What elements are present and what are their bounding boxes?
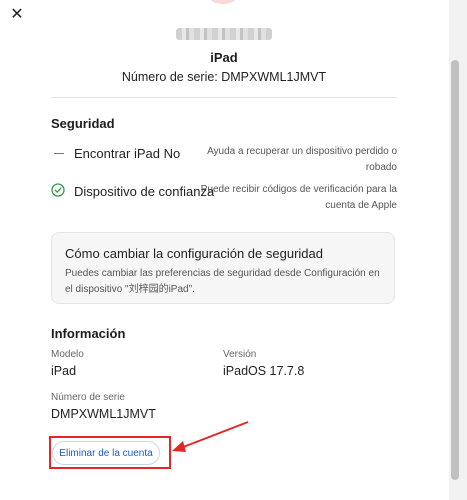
serial-number-header: Número de serie: DMPXWML1JMVT (121, 70, 327, 84)
blurred-owner-name (176, 28, 272, 40)
trusted-device-description: Puede recibir códigos de verificación pa… (200, 184, 397, 211)
serial-value: DMPXWML1JMVT (51, 407, 156, 421)
trusted-device-label: Dispositivo de confianza (74, 184, 215, 199)
dash-icon (54, 145, 64, 161)
close-icon: ✕ (10, 6, 24, 23)
device-name: iPad (210, 50, 238, 65)
device-image (208, 0, 238, 4)
model-value: iPad (51, 364, 77, 378)
close-button[interactable]: ✕ (8, 6, 26, 24)
security-settings-info-box: Cómo cambiar la configuración de segurid… (51, 232, 395, 304)
annotation-highlight-box (49, 436, 171, 469)
divider (51, 97, 397, 98)
security-section-title: Seguridad (51, 116, 115, 131)
info-box-text: Puedes cambiar las preferencias de segur… (65, 268, 380, 295)
scrollbar-thumb[interactable] (451, 60, 459, 480)
information-section-title: Información (51, 326, 126, 341)
check-circle-icon (51, 183, 65, 197)
version-label: Versión (223, 349, 257, 360)
model-label: Modelo (51, 349, 84, 360)
find-my-label: Encontrar iPad No (74, 146, 181, 161)
find-my-description: Ayuda a recuperar un dispositivo perdido… (207, 146, 397, 173)
version-value: iPadOS 17.7.8 (223, 364, 305, 378)
info-box-title: Cómo cambiar la configuración de segurid… (65, 246, 323, 261)
serial-label: Número de serie (51, 392, 125, 403)
